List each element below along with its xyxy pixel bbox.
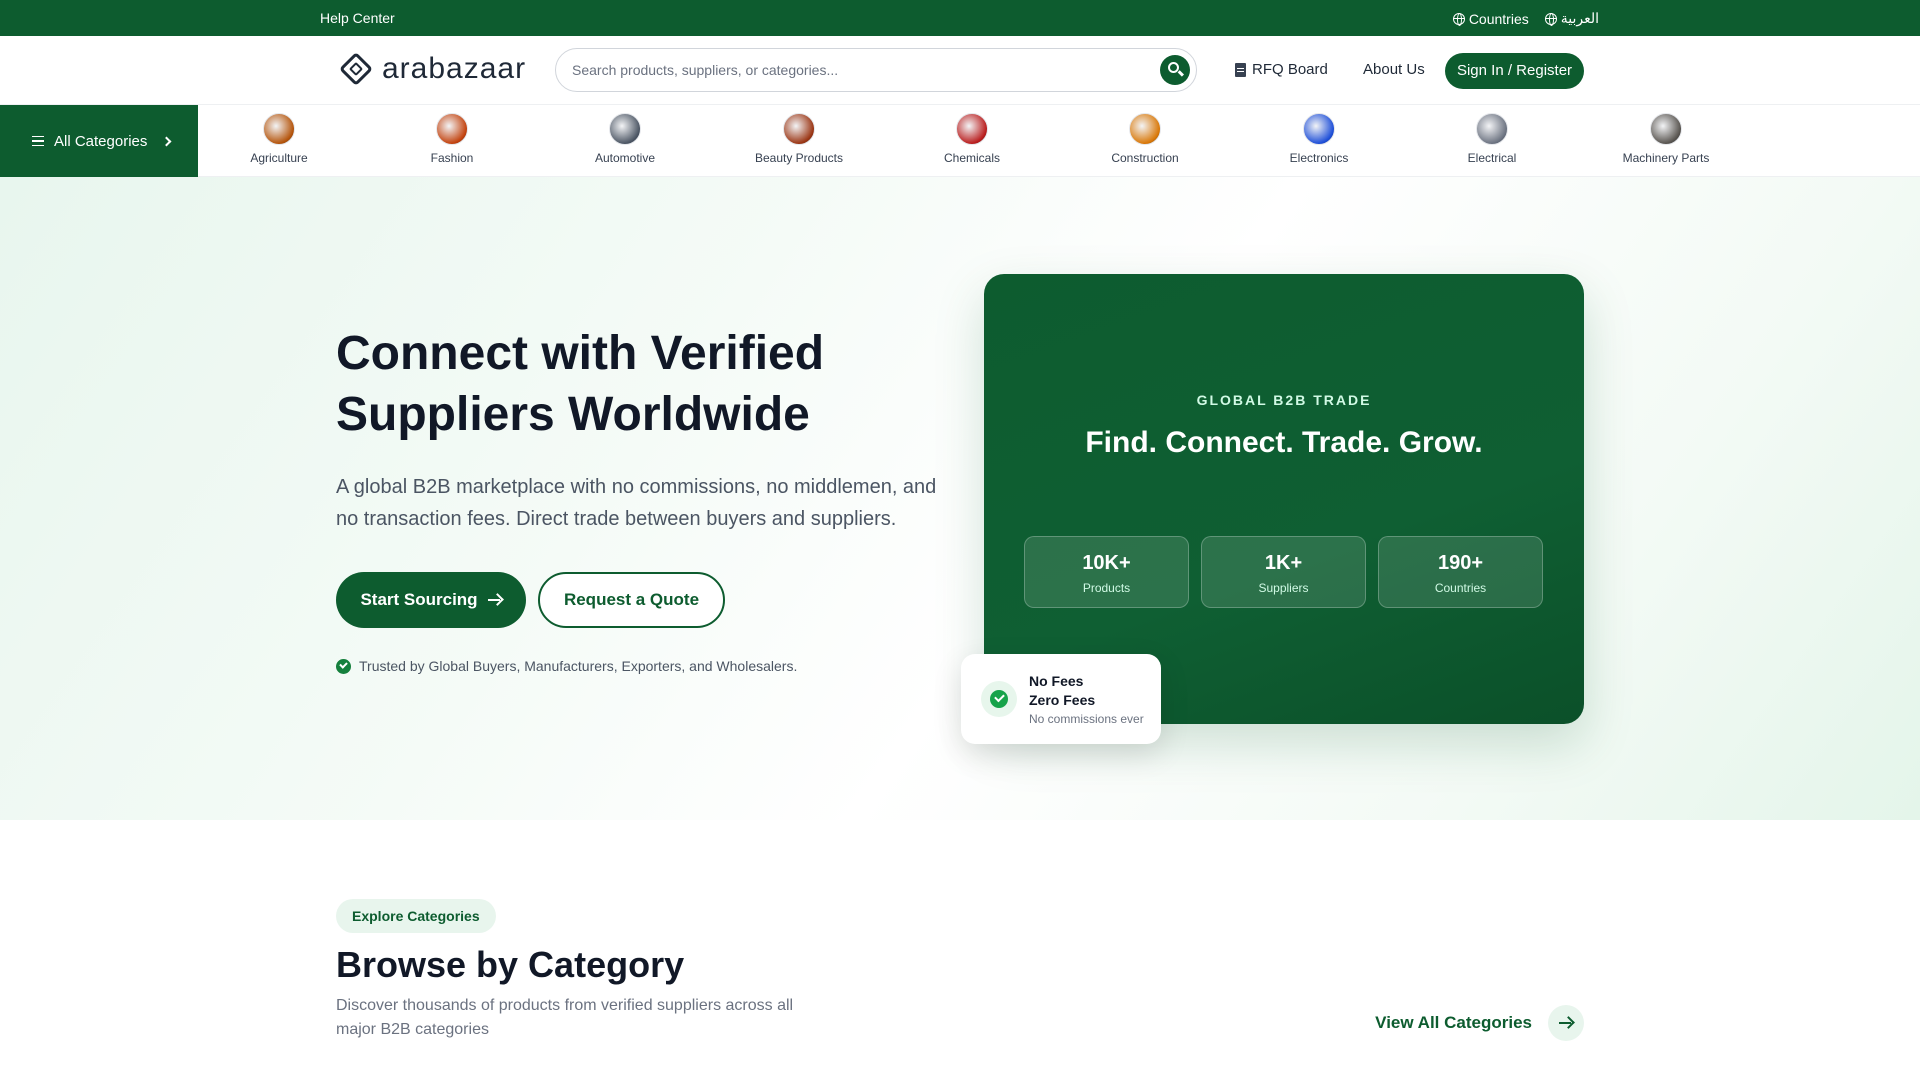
hero-title: Connect with Verified Suppliers Worldwid…	[336, 327, 825, 441]
no-fees-card: No Fees Zero Fees No commissions ever	[961, 654, 1161, 744]
arrow-right-icon	[1548, 1005, 1584, 1041]
category-label: Electrical	[1467, 151, 1517, 165]
site-logo[interactable]: arabazaar	[336, 49, 526, 89]
globe-icon	[1544, 12, 1557, 26]
main-header: arabazaar RFQ Board About Us Sign In / R…	[0, 36, 1920, 105]
stat-value: 190+	[1437, 552, 1484, 574]
search-input[interactable]	[572, 59, 1132, 81]
stat-label: Countries	[1434, 581, 1487, 595]
stat-label: Suppliers	[1258, 581, 1309, 595]
all-categories-button[interactable]: All Categories	[0, 105, 198, 177]
all-categories-label: All Categories	[54, 132, 148, 150]
browse-title: Browse by Category	[336, 944, 685, 985]
category-label: Electronics	[1289, 151, 1349, 165]
search-button[interactable]	[1160, 55, 1190, 85]
about-us-link[interactable]: About Us	[1363, 61, 1425, 78]
category-automotive[interactable]: Automotive	[555, 113, 695, 165]
category-label: Agriculture	[250, 151, 308, 165]
countries-selector[interactable]: Countries	[1452, 10, 1529, 27]
start-sourcing-label: Start Sourcing	[360, 590, 478, 609]
request-quote-button[interactable]: Request a Quote	[538, 572, 725, 628]
menu-icon	[32, 136, 44, 146]
start-sourcing-button[interactable]: Start Sourcing	[336, 572, 526, 628]
category-thumbnail	[956, 113, 988, 145]
check-circle-icon	[336, 658, 351, 674]
rfq-board-link[interactable]: RFQ Board	[1235, 61, 1328, 78]
category-label: Construction	[1111, 151, 1179, 165]
chevron-right-icon	[161, 136, 172, 146]
category-agriculture[interactable]: Agriculture	[209, 113, 349, 165]
explore-categories-pill: Explore Categories	[336, 899, 496, 933]
globe-icon	[1452, 12, 1465, 26]
hero-section: Connect with Verified Suppliers Worldwid…	[0, 177, 1920, 820]
stat-label: Products	[1082, 581, 1131, 595]
category-label: Beauty Products	[754, 151, 844, 165]
stat-value: 10K+	[1082, 552, 1131, 574]
category-label: Machinery Parts	[1622, 151, 1710, 165]
fees-line1: No Fees	[1029, 673, 1084, 689]
category-thumbnail	[1303, 113, 1335, 145]
category-thumbnail	[263, 113, 295, 145]
logo-mark-icon	[336, 49, 376, 89]
category-label: Chemicals	[943, 151, 1000, 165]
category-fashion[interactable]: Fashion	[382, 113, 522, 165]
view-all-categories-link[interactable]: View All Categories	[1375, 1005, 1584, 1041]
category-machinery-parts[interactable]: Machinery Parts	[1596, 113, 1736, 165]
sign-in-register-button[interactable]: Sign In / Register	[1445, 53, 1584, 89]
category-label: Automotive	[594, 151, 656, 165]
category-label: Fashion	[430, 151, 474, 165]
category-thumbnail	[783, 113, 815, 145]
top-bar: Help Center Countries العربية	[0, 0, 1920, 36]
category-chemicals[interactable]: Chemicals	[902, 113, 1042, 165]
search-bar	[555, 48, 1197, 92]
rfq-board-label: RFQ Board	[1252, 61, 1328, 78]
language-selector[interactable]: العربية	[1544, 10, 1599, 27]
category-thumbnail	[1476, 113, 1508, 145]
stat-countries: 190+ Countries	[1378, 536, 1543, 608]
stat-products: 10K+ Products	[1024, 536, 1189, 608]
browse-category-section: Explore Categories Browse by Category Di…	[0, 820, 1920, 1080]
trusted-note: Trusted by Global Buyers, Manufacturers,…	[336, 658, 797, 674]
category-thumbnail	[609, 113, 641, 145]
category-electrical[interactable]: Electrical	[1422, 113, 1562, 165]
category-strip: All Categories Agriculture Fashion Autom…	[0, 105, 1920, 177]
stat-value: 1K+	[1264, 552, 1303, 574]
hero-subtitle: A global B2B marketplace with no commiss…	[336, 476, 937, 530]
top-bar-right: Countries العربية	[1452, 10, 1599, 27]
category-thumbnail	[1650, 113, 1682, 145]
countries-label: Countries	[1468, 10, 1529, 27]
fees-line3: No commissions ever	[1029, 712, 1144, 726]
trusted-text: Trusted by Global Buyers, Manufacturers,…	[359, 658, 798, 674]
language-label: العربية	[1560, 10, 1599, 26]
card-eyebrow: GLOBAL B2B TRADE	[1196, 392, 1372, 408]
logo-text: arabazaar	[382, 52, 527, 85]
fees-line2: Zero Fees	[1029, 692, 1096, 708]
browse-description: Discover thousands of products from veri…	[336, 997, 794, 1038]
category-electronics[interactable]: Electronics	[1249, 113, 1389, 165]
card-tagline: Find. Connect. Trade. Grow.	[1085, 426, 1483, 459]
view-all-label: View All Categories	[1375, 1013, 1532, 1032]
document-icon	[1235, 62, 1246, 77]
stat-suppliers: 1K+ Suppliers	[1201, 536, 1366, 608]
category-thumbnail	[1129, 113, 1161, 145]
category-construction[interactable]: Construction	[1075, 113, 1215, 165]
check-circle-icon	[981, 681, 1017, 717]
arrow-right-icon	[487, 594, 502, 606]
category-thumbnail	[436, 113, 468, 145]
help-center-link[interactable]: Help Center	[320, 10, 395, 26]
category-beauty-products[interactable]: Beauty Products	[729, 113, 869, 165]
